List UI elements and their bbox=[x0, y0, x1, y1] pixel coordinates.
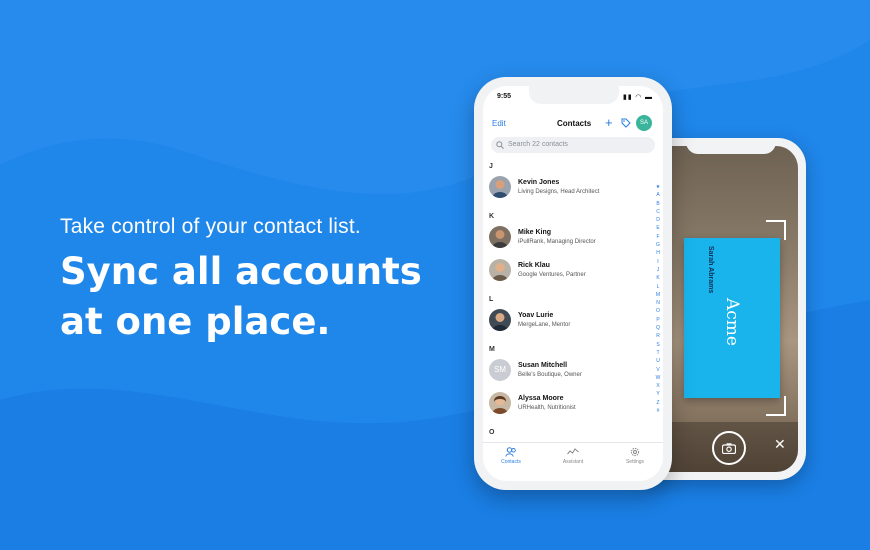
search-icon bbox=[496, 141, 504, 149]
card-name: Sarah Abrams bbox=[707, 246, 714, 294]
camera-icon bbox=[722, 442, 736, 454]
alphabet-index-letter[interactable]: M bbox=[654, 291, 662, 299]
avatar bbox=[489, 226, 511, 248]
contacts-icon bbox=[505, 447, 516, 457]
close-icon[interactable]: ✕ bbox=[774, 436, 786, 453]
gear-icon bbox=[630, 447, 640, 457]
status-time: 9:55 bbox=[497, 93, 512, 100]
search-placeholder: Search 22 contacts bbox=[508, 141, 568, 148]
tagline: Take control of your contact list. bbox=[60, 215, 361, 238]
scan-frame-corner-icon bbox=[766, 396, 786, 416]
alphabet-index-letter[interactable]: X bbox=[654, 382, 662, 390]
alphabet-index-letter[interactable]: # bbox=[654, 407, 662, 415]
section-header: K bbox=[489, 213, 495, 220]
business-card: Acme Sarah Abrams bbox=[684, 238, 780, 398]
alphabet-index[interactable]: ★ A B C D E F G H I J K L M N O P Q R S T U V W X Y Z # bbox=[654, 183, 662, 415]
avatar bbox=[489, 259, 511, 281]
alphabet-index-letter[interactable]: G bbox=[654, 241, 662, 249]
tab-contacts[interactable]: Contacts bbox=[491, 447, 531, 465]
alphabet-index-letter[interactable]: Y bbox=[654, 390, 662, 398]
signal-wifi-battery-icon: ▮▮ ◠ ▬ bbox=[623, 94, 653, 101]
alphabet-index-letter[interactable]: T bbox=[654, 349, 662, 357]
tab-settings[interactable]: Settings bbox=[615, 447, 655, 465]
avatar bbox=[489, 176, 511, 198]
alphabet-index-letter[interactable]: U bbox=[654, 357, 662, 365]
alphabet-index-letter[interactable]: I bbox=[654, 258, 662, 266]
list-item[interactable]: Yoav Lurie MergeLane, Mentor bbox=[489, 309, 651, 335]
alphabet-index-letter[interactable]: H bbox=[654, 249, 662, 257]
alphabet-index-letter[interactable]: Q bbox=[654, 324, 662, 332]
contact-name: Mike King bbox=[518, 229, 552, 236]
alphabet-index-letter[interactable]: C bbox=[654, 208, 662, 216]
status-bar: 9:55 ▮▮ ◠ ▬ bbox=[497, 93, 653, 101]
section-header: J bbox=[489, 163, 493, 170]
avatar bbox=[489, 309, 511, 331]
search-input[interactable]: Search 22 contacts bbox=[491, 137, 655, 153]
alphabet-index-letter[interactable]: S bbox=[654, 341, 662, 349]
edit-button[interactable]: Edit bbox=[492, 119, 506, 128]
avatar bbox=[489, 392, 511, 414]
list-item[interactable]: SM Susan Mitchell Belle's Boutique, Owne… bbox=[489, 359, 651, 385]
contact-subtitle: Google Ventures, Partner bbox=[518, 272, 586, 278]
contact-name: Alyssa Moore bbox=[518, 395, 564, 402]
contact-subtitle: Living Designs, Head Architect bbox=[518, 189, 600, 195]
contact-subtitle: URHealth, Nutritionist bbox=[518, 405, 576, 411]
alphabet-index-letter[interactable]: E bbox=[654, 224, 662, 232]
alphabet-index-letter[interactable]: P bbox=[654, 316, 662, 324]
section-header: L bbox=[489, 296, 494, 303]
contact-name: Kevin Jones bbox=[518, 179, 560, 186]
tab-label: Contacts bbox=[501, 459, 521, 465]
promo-banner: Take control of your contact list. Sync … bbox=[0, 0, 870, 550]
list-item[interactable]: Kevin Jones Living Designs, Head Archite… bbox=[489, 176, 651, 202]
add-contact-button[interactable]: + bbox=[605, 115, 613, 130]
alphabet-index-letter[interactable]: F bbox=[654, 233, 662, 241]
alphabet-index-letter[interactable]: B bbox=[654, 200, 662, 208]
pulse-icon bbox=[567, 448, 579, 455]
alphabet-index-letter[interactable]: ★ bbox=[654, 183, 662, 191]
headline-block: Take control of your contact list. Sync … bbox=[60, 215, 422, 347]
tab-label: Settings bbox=[625, 459, 645, 465]
contact-name: Yoav Lurie bbox=[518, 312, 554, 319]
list-item[interactable]: Alyssa Moore URHealth, Nutritionist bbox=[489, 392, 651, 418]
alphabet-index-letter[interactable]: A bbox=[654, 191, 662, 199]
page-title: Contacts bbox=[557, 119, 592, 128]
contact-subtitle: Belle's Boutique, Owner bbox=[518, 372, 582, 378]
contact-name: Susan Mitchell bbox=[518, 362, 568, 369]
phone-contacts: 9:55 ▮▮ ◠ ▬ Edit Contacts + SA Search 22… bbox=[474, 77, 672, 490]
camera-shutter-button[interactable] bbox=[712, 431, 746, 465]
alphabet-index-letter[interactable]: Z bbox=[654, 399, 662, 407]
section-header: M bbox=[489, 346, 495, 353]
contact-subtitle: MergeLane, Mentor bbox=[518, 322, 571, 328]
contact-subtitle: iPullRank, Managing Director bbox=[518, 239, 596, 245]
nav-bar: Edit Contacts + SA bbox=[483, 114, 663, 132]
headline-title: Sync all accounts at one place. bbox=[60, 247, 422, 347]
alphabet-index-letter[interactable]: N bbox=[654, 299, 662, 307]
alphabet-index-letter[interactable]: J bbox=[654, 266, 662, 274]
tab-bar: Contacts Assistant Settings bbox=[483, 442, 663, 481]
phone-notch bbox=[686, 138, 776, 154]
section-header: O bbox=[489, 429, 495, 436]
contact-name: Rick Klau bbox=[518, 262, 550, 269]
tab-label: Assistant bbox=[562, 459, 584, 465]
profile-avatar[interactable]: SA bbox=[636, 115, 652, 131]
list-item[interactable]: Mike King iPullRank, Managing Director bbox=[489, 226, 651, 252]
scan-frame-corner-icon bbox=[766, 220, 786, 240]
list-item[interactable]: Rick Klau Google Ventures, Partner bbox=[489, 259, 651, 285]
alphabet-index-letter[interactable]: O bbox=[654, 307, 662, 315]
headline-line-2: at one place. bbox=[60, 300, 331, 343]
headline-line-1: Sync all accounts bbox=[60, 250, 422, 293]
alphabet-index-letter[interactable]: L bbox=[654, 283, 662, 291]
alphabet-index-letter[interactable]: D bbox=[654, 216, 662, 224]
alphabet-index-letter[interactable]: R bbox=[654, 332, 662, 340]
alphabet-index-letter[interactable]: K bbox=[654, 274, 662, 282]
contacts-screen: 9:55 ▮▮ ◠ ▬ Edit Contacts + SA Search 22… bbox=[483, 86, 663, 481]
tab-assistant[interactable]: Assistant bbox=[553, 447, 593, 465]
avatar: SM bbox=[489, 359, 511, 381]
alphabet-index-letter[interactable]: V bbox=[654, 366, 662, 374]
tag-icon[interactable] bbox=[621, 118, 631, 128]
card-brand: Acme bbox=[722, 298, 742, 346]
alphabet-index-letter[interactable]: W bbox=[654, 374, 662, 382]
